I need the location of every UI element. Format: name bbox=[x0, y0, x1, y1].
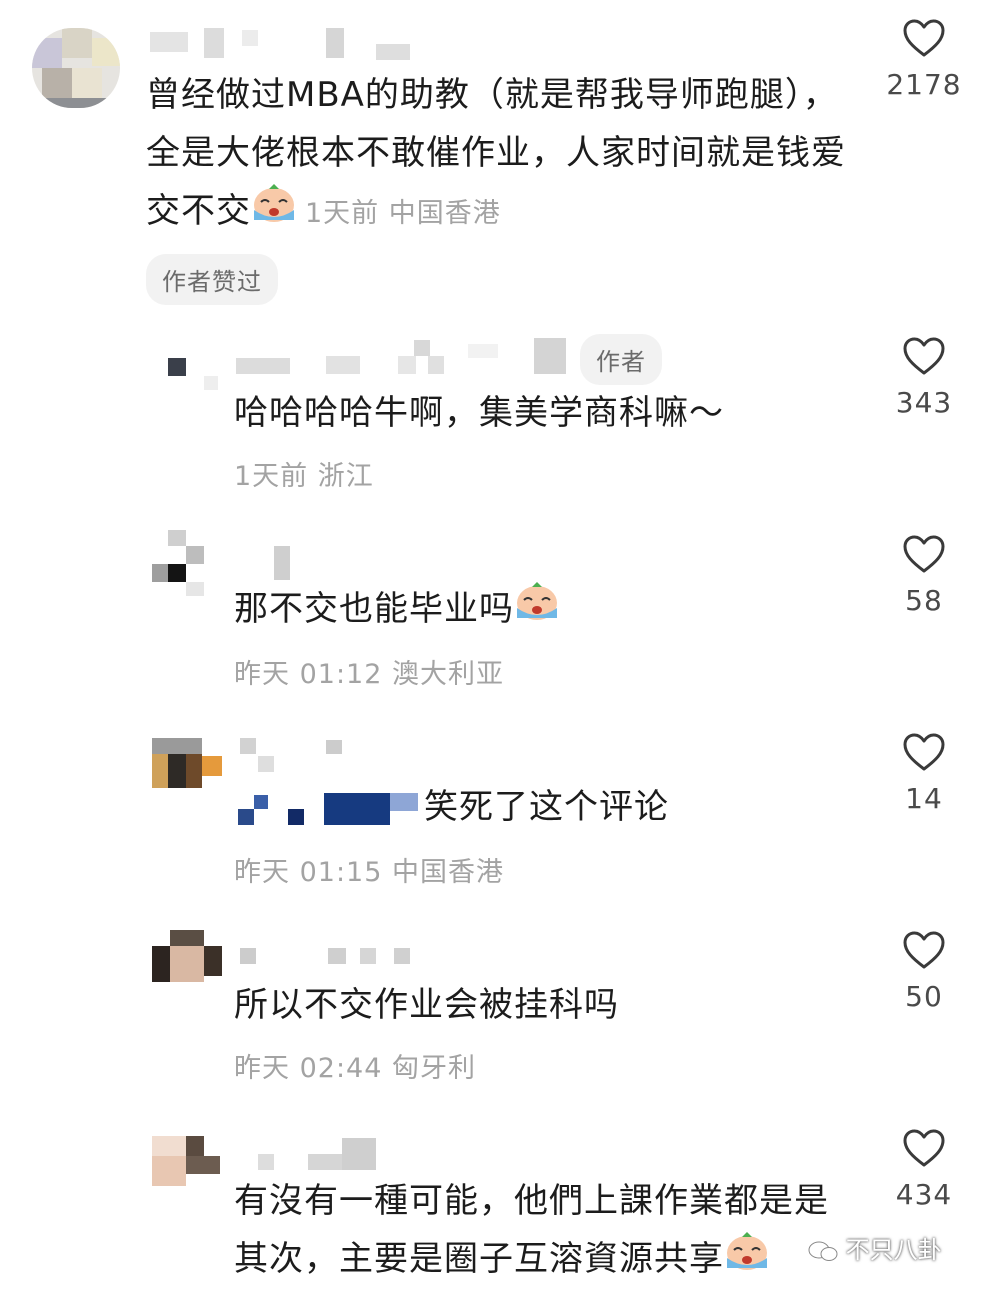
avatar[interactable] bbox=[152, 530, 208, 596]
comment-meta: 1天前 中国香港 bbox=[305, 198, 501, 229]
comment-body: 那不交也能毕业吗 bbox=[234, 589, 514, 629]
username-redacted[interactable] bbox=[236, 738, 356, 774]
avatar[interactable] bbox=[152, 738, 222, 790]
like-button[interactable]: 14 bbox=[884, 732, 964, 815]
heart-outline-icon bbox=[884, 336, 964, 376]
like-button[interactable]: 50 bbox=[884, 930, 964, 1013]
username-redacted[interactable] bbox=[236, 1136, 386, 1172]
like-button[interactable]: 58 bbox=[884, 534, 964, 617]
redacted-mention bbox=[234, 789, 424, 829]
like-count: 58 bbox=[905, 584, 943, 617]
username-redacted[interactable] bbox=[150, 28, 420, 64]
avatar[interactable] bbox=[152, 930, 222, 986]
comment-meta: 昨天 02:44 匈牙利 bbox=[234, 1053, 476, 1084]
comment-body: 哈哈哈哈牛啊，集美学商科嘛～ bbox=[234, 393, 724, 433]
comment-text: 有沒有一種可能，他們上課作業都是是其次，主要是圈子互溶資源共享 bbox=[234, 1172, 840, 1290]
like-count: 50 bbox=[905, 980, 943, 1013]
like-count: 2178 bbox=[886, 68, 962, 101]
comment-meta: 昨天 01:12 澳大利亚 bbox=[234, 659, 504, 690]
comment-body: 笑死了这个评论 bbox=[424, 787, 669, 827]
comment-text: 笑死了这个评论 bbox=[234, 778, 854, 836]
avatar[interactable] bbox=[160, 348, 220, 396]
like-button[interactable]: 343 bbox=[884, 336, 964, 419]
like-count: 343 bbox=[895, 386, 953, 419]
username-redacted[interactable] bbox=[236, 944, 426, 966]
heart-outline-icon bbox=[884, 732, 964, 772]
avatar[interactable] bbox=[152, 1136, 222, 1188]
author-tag: 作者 bbox=[580, 334, 662, 385]
crying-face-emoji-icon bbox=[514, 581, 560, 640]
heart-outline-icon bbox=[884, 18, 964, 58]
like-count: 434 bbox=[895, 1178, 953, 1211]
avatar[interactable] bbox=[32, 28, 120, 108]
like-button[interactable]: 2178 bbox=[884, 18, 964, 101]
username-redacted[interactable] bbox=[236, 546, 296, 582]
watermark: 不只八卦 bbox=[808, 1230, 942, 1265]
crying-face-emoji-icon bbox=[251, 183, 297, 242]
like-button[interactable]: 434 bbox=[884, 1128, 964, 1211]
watermark-text: 不只八卦 bbox=[845, 1236, 942, 1264]
author-liked-badge: 作者赞过 bbox=[146, 254, 278, 305]
like-count: 14 bbox=[905, 782, 943, 815]
heart-outline-icon bbox=[884, 534, 964, 574]
comment-text: 那不交也能毕业吗 bbox=[234, 580, 854, 640]
comment-text: 曾经做过MBA的助教（就是帮我导师跑腿），全是大佬根本不敢催作业，人家时间就是钱… bbox=[146, 66, 866, 243]
watermark-logo-icon bbox=[808, 1239, 838, 1263]
comment-meta: 1天前 浙江 bbox=[234, 461, 374, 492]
heart-outline-icon bbox=[884, 1128, 964, 1168]
username-redacted[interactable] bbox=[236, 338, 576, 378]
comment-meta: 昨天 01:15 中国香港 bbox=[234, 857, 504, 888]
comment-body: 所以不交作业会被挂科吗 bbox=[234, 985, 619, 1025]
heart-outline-icon bbox=[884, 930, 964, 970]
crying-face-emoji-icon bbox=[724, 1231, 770, 1290]
